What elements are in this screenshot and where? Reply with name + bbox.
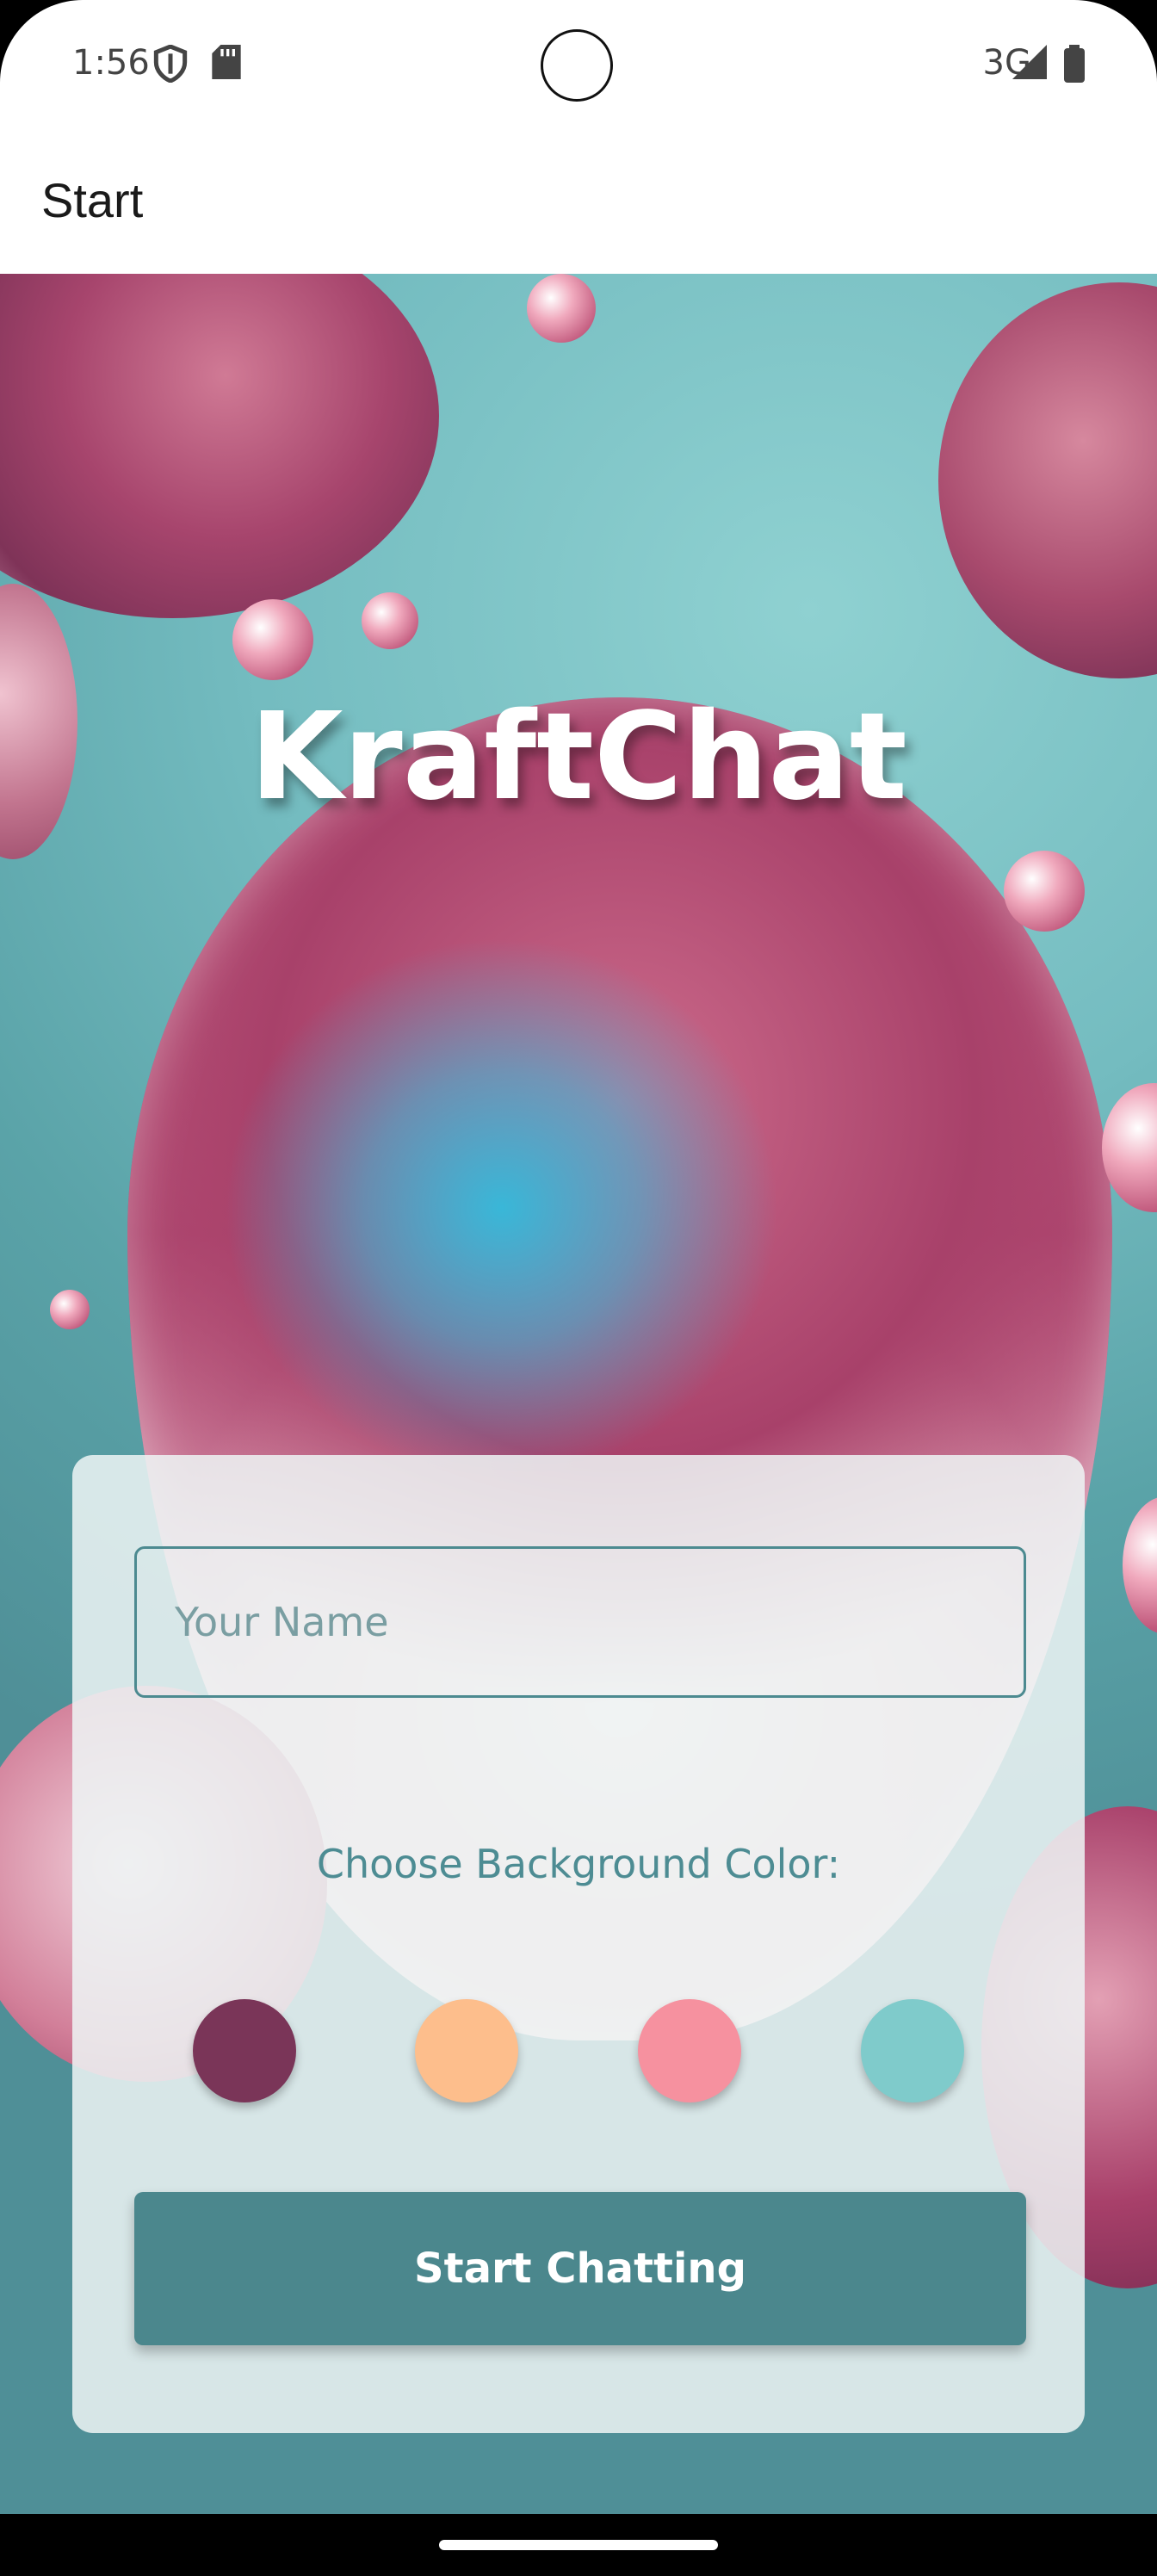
shield-icon — [153, 44, 188, 86]
home-gesture-handle[interactable] — [439, 2540, 718, 2550]
color-swatch-pink[interactable] — [638, 1999, 741, 2102]
color-swatch-plum[interactable] — [193, 1999, 296, 2102]
status-time: 1:56 — [72, 43, 150, 83]
sd-card-icon — [212, 45, 241, 83]
camera-cutout — [541, 29, 613, 102]
color-swatch-teal[interactable] — [861, 1999, 964, 2102]
bubble-decoration — [50, 1290, 90, 1329]
app-bar: Start — [0, 129, 1157, 274]
bubble-decoration — [1004, 851, 1085, 932]
bubble-decoration — [232, 599, 313, 680]
start-form-card: Choose Background Color: Start Chatting — [72, 1455, 1085, 2433]
app-title: KraftChat — [250, 687, 907, 827]
name-input[interactable] — [134, 1546, 1026, 1698]
status-bar: 1:56 3G — [0, 0, 1157, 129]
bubble-decoration — [362, 592, 418, 649]
bubble-decoration — [1123, 1496, 1157, 1634]
color-picker-label: Choose Background Color: — [316, 1841, 841, 1887]
bubble-decoration — [938, 282, 1157, 678]
screen: KraftChat 1:56 3G Start Choose Backgroun… — [0, 0, 1157, 2514]
color-swatch-peach[interactable] — [415, 1999, 518, 2102]
bubble-decoration — [0, 274, 439, 618]
bubble-decoration — [527, 274, 596, 343]
app-bar-title: Start — [41, 173, 144, 227]
start-chatting-button[interactable]: Start Chatting — [134, 2192, 1026, 2345]
battery-icon — [1064, 45, 1085, 86]
signal-icon — [1012, 45, 1047, 83]
